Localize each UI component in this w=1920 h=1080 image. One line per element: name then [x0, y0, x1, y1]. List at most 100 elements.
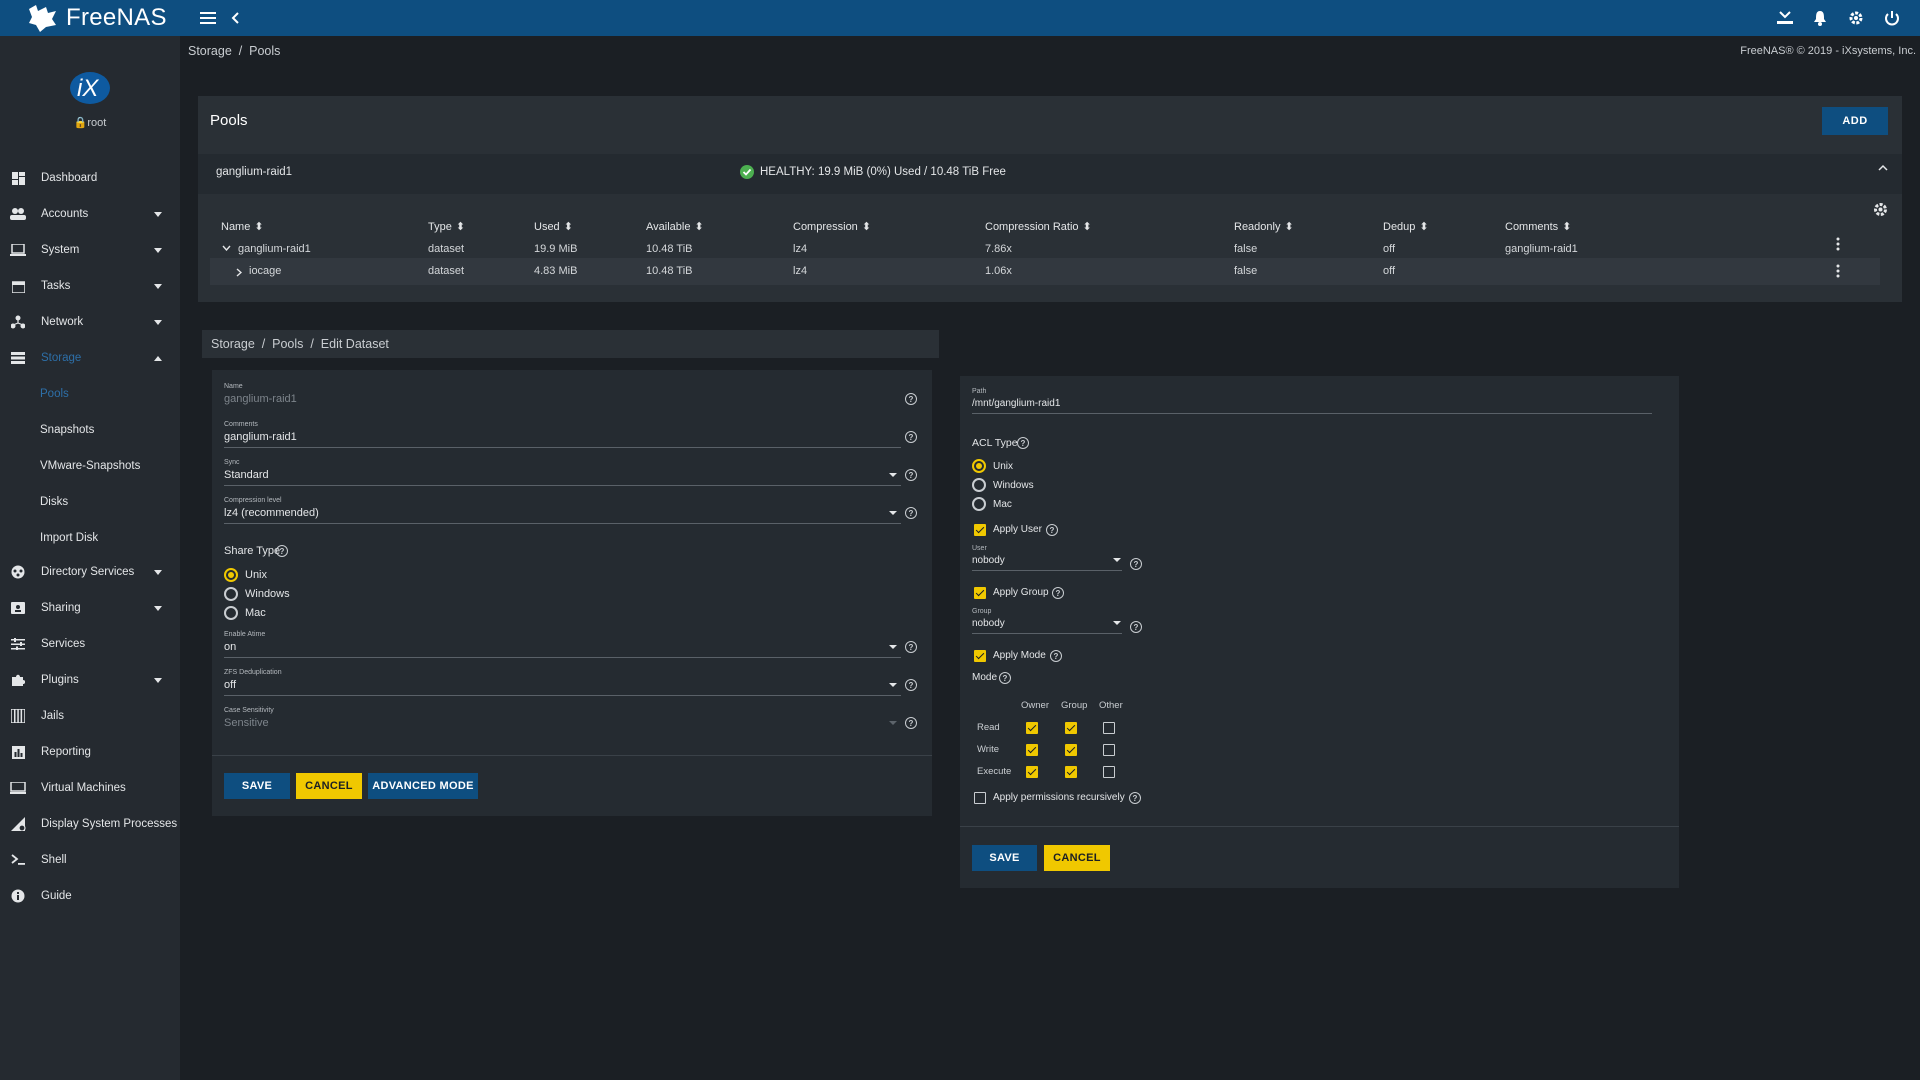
sidebar-item-dashboard[interactable]: Dashboard	[0, 160, 180, 196]
apply-recursively-checkbox[interactable]	[974, 792, 986, 804]
menu-icon[interactable]	[196, 6, 220, 30]
dedup-select[interactable]: ZFS Deduplication off	[224, 669, 901, 696]
acl-save-button[interactable]: SAVE	[972, 845, 1037, 871]
path-value[interactable]: /mnt/ganglium-raid1	[972, 398, 1652, 409]
sidebar-item-tasks[interactable]: Tasks	[0, 268, 180, 304]
help-icon[interactable]: ?	[1017, 437, 1029, 449]
read-group-checkbox[interactable]	[1065, 722, 1077, 734]
acl-type-windows-radio[interactable]: Windows	[972, 478, 1034, 492]
add-button[interactable]: ADD	[1822, 107, 1888, 135]
path-field[interactable]: Path /mnt/ganglium-raid1	[972, 388, 1652, 414]
column-header-used[interactable]: Used ⬍	[534, 220, 573, 234]
chevron-down-icon[interactable]	[222, 245, 231, 251]
compression-select[interactable]: Compression level lz4 (recommended)	[224, 497, 901, 524]
upload-icon[interactable]	[1773, 6, 1797, 30]
acl-cancel-button[interactable]: CANCEL	[1044, 845, 1110, 871]
sidebar-item-guide[interactable]: Guide	[0, 878, 180, 914]
acl-type-mac-radio[interactable]: Mac	[972, 497, 1012, 511]
sidebar-item-directory-services[interactable]: Directory Services	[0, 554, 180, 590]
group-select[interactable]: Group nobody	[972, 608, 1122, 634]
sidebar-item-network[interactable]: Network	[0, 304, 180, 340]
save-button[interactable]: SAVE	[224, 773, 290, 799]
column-header-compression-ratio[interactable]: Compression Ratio ⬍	[985, 220, 1092, 234]
chevron-right-icon[interactable]	[236, 268, 242, 277]
sidebar-item-reporting[interactable]: Reporting	[0, 734, 180, 770]
freenas-logo[interactable]: FreeNAS	[26, 2, 167, 34]
column-header-readonly[interactable]: Readonly ⬍	[1234, 220, 1294, 234]
write-other-checkbox[interactable]	[1103, 744, 1115, 756]
help-icon[interactable]: ?	[1050, 650, 1062, 662]
sidebar-sub-pools[interactable]: Pools	[40, 376, 69, 412]
execute-other-checkbox[interactable]	[1103, 766, 1115, 778]
help-icon[interactable]: ?	[1046, 524, 1058, 536]
advanced-mode-button[interactable]: ADVANCED MODE	[368, 773, 478, 799]
column-header-compression[interactable]: Compression ⬍	[793, 220, 871, 234]
help-icon[interactable]: ?	[905, 431, 917, 443]
atime-select[interactable]: Enable Atime on	[224, 631, 901, 658]
cancel-button[interactable]: CANCEL	[296, 773, 362, 799]
read-other-checkbox[interactable]	[1103, 722, 1115, 734]
dropdown-arrow-icon[interactable]	[1113, 558, 1121, 562]
apply-user-checkbox[interactable]	[974, 524, 986, 536]
sidebar-item-plugins[interactable]: Plugins	[0, 662, 180, 698]
share-type-unix-radio[interactable]: Unix	[224, 568, 267, 582]
chevron-left-icon[interactable]	[224, 6, 248, 30]
sidebar-item-shell[interactable]: Shell	[0, 842, 180, 878]
edit-breadcrumb[interactable]: Storage / Pools / Edit Dataset	[202, 330, 939, 358]
sidebar-item-virtual-machines[interactable]: Virtual Machines	[0, 770, 180, 806]
help-icon[interactable]: ?	[1130, 621, 1142, 633]
comments-field[interactable]: Comments ganglium-raid1	[224, 421, 901, 448]
help-icon[interactable]: ?	[1052, 587, 1064, 599]
sidebar-item-system[interactable]: System	[0, 232, 180, 268]
comments-input[interactable]: ganglium-raid1	[224, 431, 901, 443]
help-icon[interactable]: ?	[999, 672, 1011, 684]
help-icon[interactable]: ?	[905, 469, 917, 481]
chart-icon	[10, 744, 26, 760]
acl-type-unix-radio[interactable]: Unix	[972, 459, 1013, 473]
sidebar-item-sharing[interactable]: Sharing	[0, 590, 180, 626]
more-vert-icon[interactable]	[1836, 237, 1840, 251]
column-header-dedup[interactable]: Dedup ⬍	[1383, 220, 1429, 234]
help-icon[interactable]: ?	[905, 679, 917, 691]
more-vert-icon[interactable]	[1836, 264, 1840, 278]
column-header-comments[interactable]: Comments ⬍	[1505, 220, 1571, 234]
read-owner-checkbox[interactable]	[1026, 722, 1038, 734]
write-group-checkbox[interactable]	[1065, 744, 1077, 756]
apply-mode-checkbox[interactable]	[974, 650, 986, 662]
chevron-up-icon[interactable]	[1878, 164, 1888, 172]
sidebar-item-accounts[interactable]: Accounts	[0, 196, 180, 232]
column-header-available[interactable]: Available ⬍	[646, 220, 704, 234]
help-icon[interactable]: ?	[1130, 558, 1142, 570]
table-settings-gear-icon[interactable]	[1873, 202, 1888, 217]
sidebar-item-display-system-processes[interactable]: Display System Processes	[0, 806, 180, 842]
help-icon[interactable]: ?	[905, 641, 917, 653]
help-icon[interactable]: ?	[1129, 792, 1141, 804]
sidebar-sub-snapshots[interactable]: Snapshots	[40, 412, 94, 448]
sidebar-sub-disks[interactable]: Disks	[40, 484, 68, 520]
help-icon[interactable]: ?	[905, 717, 917, 729]
help-icon[interactable]: ?	[905, 507, 917, 519]
column-header-type[interactable]: Type ⬍	[428, 220, 465, 234]
help-icon[interactable]: ?	[905, 393, 917, 405]
sidebar-item-services[interactable]: Services	[0, 626, 180, 662]
sidebar-sub-import-disk[interactable]: Import Disk	[40, 520, 98, 556]
share-type-mac-radio[interactable]: Mac	[224, 606, 266, 620]
pool-header[interactable]: ganglium-raid1 HEALTHY: 19.9 MiB (0%) Us…	[198, 154, 1902, 194]
execute-owner-checkbox[interactable]	[1026, 766, 1038, 778]
sidebar-item-jails[interactable]: Jails	[0, 698, 180, 734]
sidebar-sub-vmware-snapshots[interactable]: VMware-Snapshots	[40, 448, 140, 484]
write-owner-checkbox[interactable]	[1026, 744, 1038, 756]
gear-icon[interactable]	[1844, 6, 1868, 30]
help-icon[interactable]: ?	[276, 545, 288, 557]
execute-group-checkbox[interactable]	[1065, 766, 1077, 778]
share-type-windows-radio[interactable]: Windows	[224, 587, 290, 601]
apply-group-checkbox[interactable]	[974, 587, 986, 599]
user-select[interactable]: User nobody	[972, 545, 1122, 571]
sidebar-item-storage[interactable]: Storage	[0, 340, 180, 376]
power-icon[interactable]	[1880, 6, 1904, 30]
bell-icon[interactable]	[1808, 6, 1832, 30]
dropdown-arrow-icon[interactable]	[1113, 621, 1121, 625]
column-header-name[interactable]: Name ⬍	[221, 220, 264, 234]
breadcrumb[interactable]: Storage / Pools	[188, 44, 280, 58]
sync-select[interactable]: Sync Standard	[224, 459, 901, 486]
